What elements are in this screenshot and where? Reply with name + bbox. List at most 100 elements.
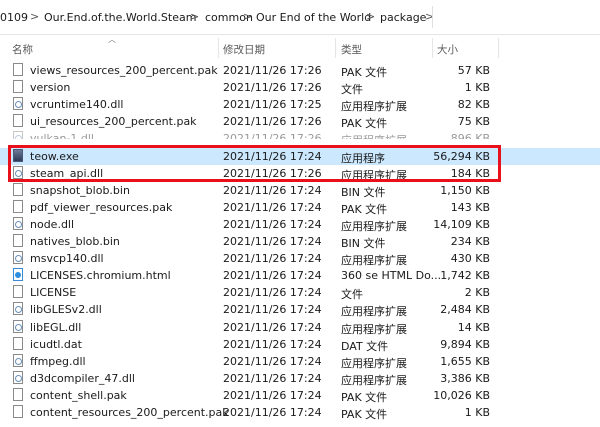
file-date: 2021/11/26 17:26: [223, 81, 322, 95]
file-name: LICENSES.chromium.html: [30, 269, 171, 283]
file-type: 应用程序扩展: [341, 254, 407, 268]
file-icon: [13, 63, 23, 76]
dll-file-icon: [13, 251, 23, 265]
column-type[interactable]: 类型: [341, 42, 362, 57]
file-name: LICENSE: [30, 286, 77, 300]
file-date: 2021/11/26 17:24: [223, 371, 322, 385]
file-date: 2021/11/26 17:24: [223, 303, 322, 317]
file-size: 10,026 KB: [433, 388, 490, 402]
file-row[interactable]: LICENSE 2021/11/26 17:24 文件 2 KB: [0, 284, 600, 301]
dll-file-icon: [13, 302, 23, 316]
file-type: 应用程序扩展: [341, 356, 407, 370]
file-name: snapshot_blob.bin: [30, 183, 130, 197]
file-date: 2021/11/26 17:24: [223, 200, 322, 214]
highlight-box: [8, 145, 501, 182]
file-row[interactable]: snapshot_blob.bin 2021/11/26 17:24 BIN 文件 1…: [0, 182, 600, 199]
file-icon: [13, 80, 23, 94]
file-row[interactable]: natives_blob.bin 2021/11/26 17:24 BIN 文件 23…: [0, 233, 600, 250]
file-name: d3dcompiler_47.dll: [30, 371, 135, 385]
file-type: 应用程序扩展: [341, 322, 407, 336]
file-row[interactable]: node.dll 2021/11/26 17:24 应用程序扩展 14,109 KB: [0, 216, 600, 233]
file-type: PAK 文件: [341, 66, 388, 79]
file-size: 1,742 KB: [440, 269, 490, 283]
breadcrumb-item-0109[interactable]: 0109: [0, 11, 28, 24]
file-type: BIN 文件: [341, 185, 386, 199]
breadcrumb-item-our-end[interactable]: Our End of the World: [256, 11, 371, 24]
file-size: 57 KB: [457, 64, 490, 77]
file-size: 82 KB: [457, 98, 490, 112]
file-size: 1 KB: [464, 406, 490, 419]
address-bar[interactable]: 0109 > Our.End.of.the.World.Steam > comm…: [0, 0, 600, 35]
file-row[interactable]: vulkan-1.dll 2021/11/26 17:26 应用程序扩展 896 KB: [0, 130, 600, 140]
file-icon: [13, 199, 23, 213]
file-name: vulkan-1.dll: [30, 132, 94, 140]
file-date: 2021/11/26 17:25: [223, 98, 322, 112]
search-box[interactable]: [432, 6, 600, 28]
file-type: 应用程序扩展: [341, 100, 407, 114]
file-type: PAK 文件: [341, 202, 388, 216]
file-row[interactable]: content_shell.pak 2021/11/26 17:24 PAK 文件 1…: [0, 387, 600, 404]
dll-file-icon: [13, 319, 23, 333]
breadcrumb-item-steam[interactable]: Our.End.of.the.World.Steam: [44, 11, 196, 24]
file-row[interactable]: icudtl.dat 2021/11/26 17:24 DAT 文件 9,894 KB: [0, 336, 600, 353]
file-row[interactable]: d3dcompiler_47.dll 2021/11/26 17:24 应用程序扩展…: [0, 370, 600, 387]
file-date: 2021/11/26 17:24: [223, 235, 322, 248]
file-date: 2021/11/26 17:24: [223, 217, 322, 231]
file-row[interactable]: version 2021/11/26 17:26 文件 1 KB: [0, 79, 600, 96]
file-name: natives_blob.bin: [30, 235, 120, 248]
file-row[interactable]: ui_resources_200_percent.pak 2021/11/26 1…: [0, 113, 600, 130]
column-name[interactable]: 名称: [12, 42, 33, 57]
file-type: 文件: [341, 83, 363, 97]
file-row[interactable]: msvcp140.dll 2021/11/26 17:24 应用程序扩展 430 KB: [0, 250, 600, 267]
file-date: 2021/11/26 17:24: [223, 286, 322, 300]
file-date: 2021/11/26 17:26: [223, 64, 322, 77]
dll-file-icon: [13, 370, 23, 384]
file-name: vcruntime140.dll: [30, 98, 124, 112]
file-name: msvcp140.dll: [30, 252, 104, 266]
file-name: content_resources_200_percent.pak: [30, 406, 229, 419]
file-type: PAK 文件: [341, 117, 388, 131]
file-type: 360 se HTML Do...: [341, 269, 442, 283]
breadcrumb-separator-icon: >: [190, 10, 200, 23]
file-size: 234 KB: [450, 235, 490, 248]
column-divider[interactable]: [218, 38, 219, 58]
dll-file-icon: [13, 216, 23, 230]
file-row[interactable]: pdf_viewer_resources.pak 2021/11/26 17:24…: [0, 199, 600, 216]
file-row[interactable]: ffmpeg.dll 2021/11/26 17:24 应用程序扩展 1,655 KB: [0, 353, 600, 370]
file-row[interactable]: vcruntime140.dll 2021/11/26 17:25 应用程序扩展 82…: [0, 96, 600, 113]
file-row[interactable]: LICENSES.chromium.html 2021/11/26 17:24 36…: [0, 267, 600, 284]
file-row[interactable]: views_resources_200_percent.pak 2021/11/2…: [0, 62, 600, 79]
file-icon: [13, 387, 23, 401]
file-date: 2021/11/26 17:24: [223, 320, 322, 334]
column-divider[interactable]: [498, 38, 499, 58]
file-name: content_shell.pak: [30, 388, 127, 402]
column-divider[interactable]: [335, 38, 336, 58]
column-size[interactable]: 大小: [437, 42, 458, 57]
file-row[interactable]: libEGL.dll 2021/11/26 17:24 应用程序扩展 14 KB: [0, 319, 600, 336]
file-row[interactable]: content_resources_200_percent.pak 2021/11…: [0, 404, 600, 421]
file-icon: [13, 405, 23, 418]
column-header: ︿ 名称 修改日期 类型 大小: [0, 34, 600, 58]
file-icon: [13, 285, 23, 299]
column-divider[interactable]: [432, 38, 433, 58]
file-size: 896 KB: [450, 132, 490, 140]
file-size: 143 KB: [450, 200, 490, 214]
file-date: 2021/11/26 17:24: [223, 337, 322, 351]
file-size: 14,109 KB: [433, 217, 490, 231]
file-type: 应用程序扩展: [341, 219, 407, 233]
breadcrumb-item-package[interactable]: package: [380, 11, 426, 24]
file-date: 2021/11/26 17:24: [223, 406, 322, 419]
file-size: 9,894 KB: [440, 337, 490, 351]
file-date: 2021/11/26 17:24: [223, 388, 322, 402]
file-name: pdf_viewer_resources.pak: [30, 200, 173, 214]
file-size: 2 KB: [464, 286, 490, 300]
breadcrumb-separator-icon: >: [30, 10, 40, 23]
file-row[interactable]: libGLESv2.dll 2021/11/26 17:24 应用程序扩展 2,484…: [0, 301, 600, 318]
file-size: 1 KB: [464, 81, 490, 95]
file-date: 2021/11/26 17:26: [223, 132, 322, 140]
column-date[interactable]: 修改日期: [223, 42, 265, 57]
file-name: libEGL.dll: [30, 320, 82, 334]
file-date: 2021/11/26 17:24: [223, 269, 322, 283]
file-icon: [13, 182, 23, 196]
file-date: 2021/11/26 17:26: [223, 115, 322, 129]
